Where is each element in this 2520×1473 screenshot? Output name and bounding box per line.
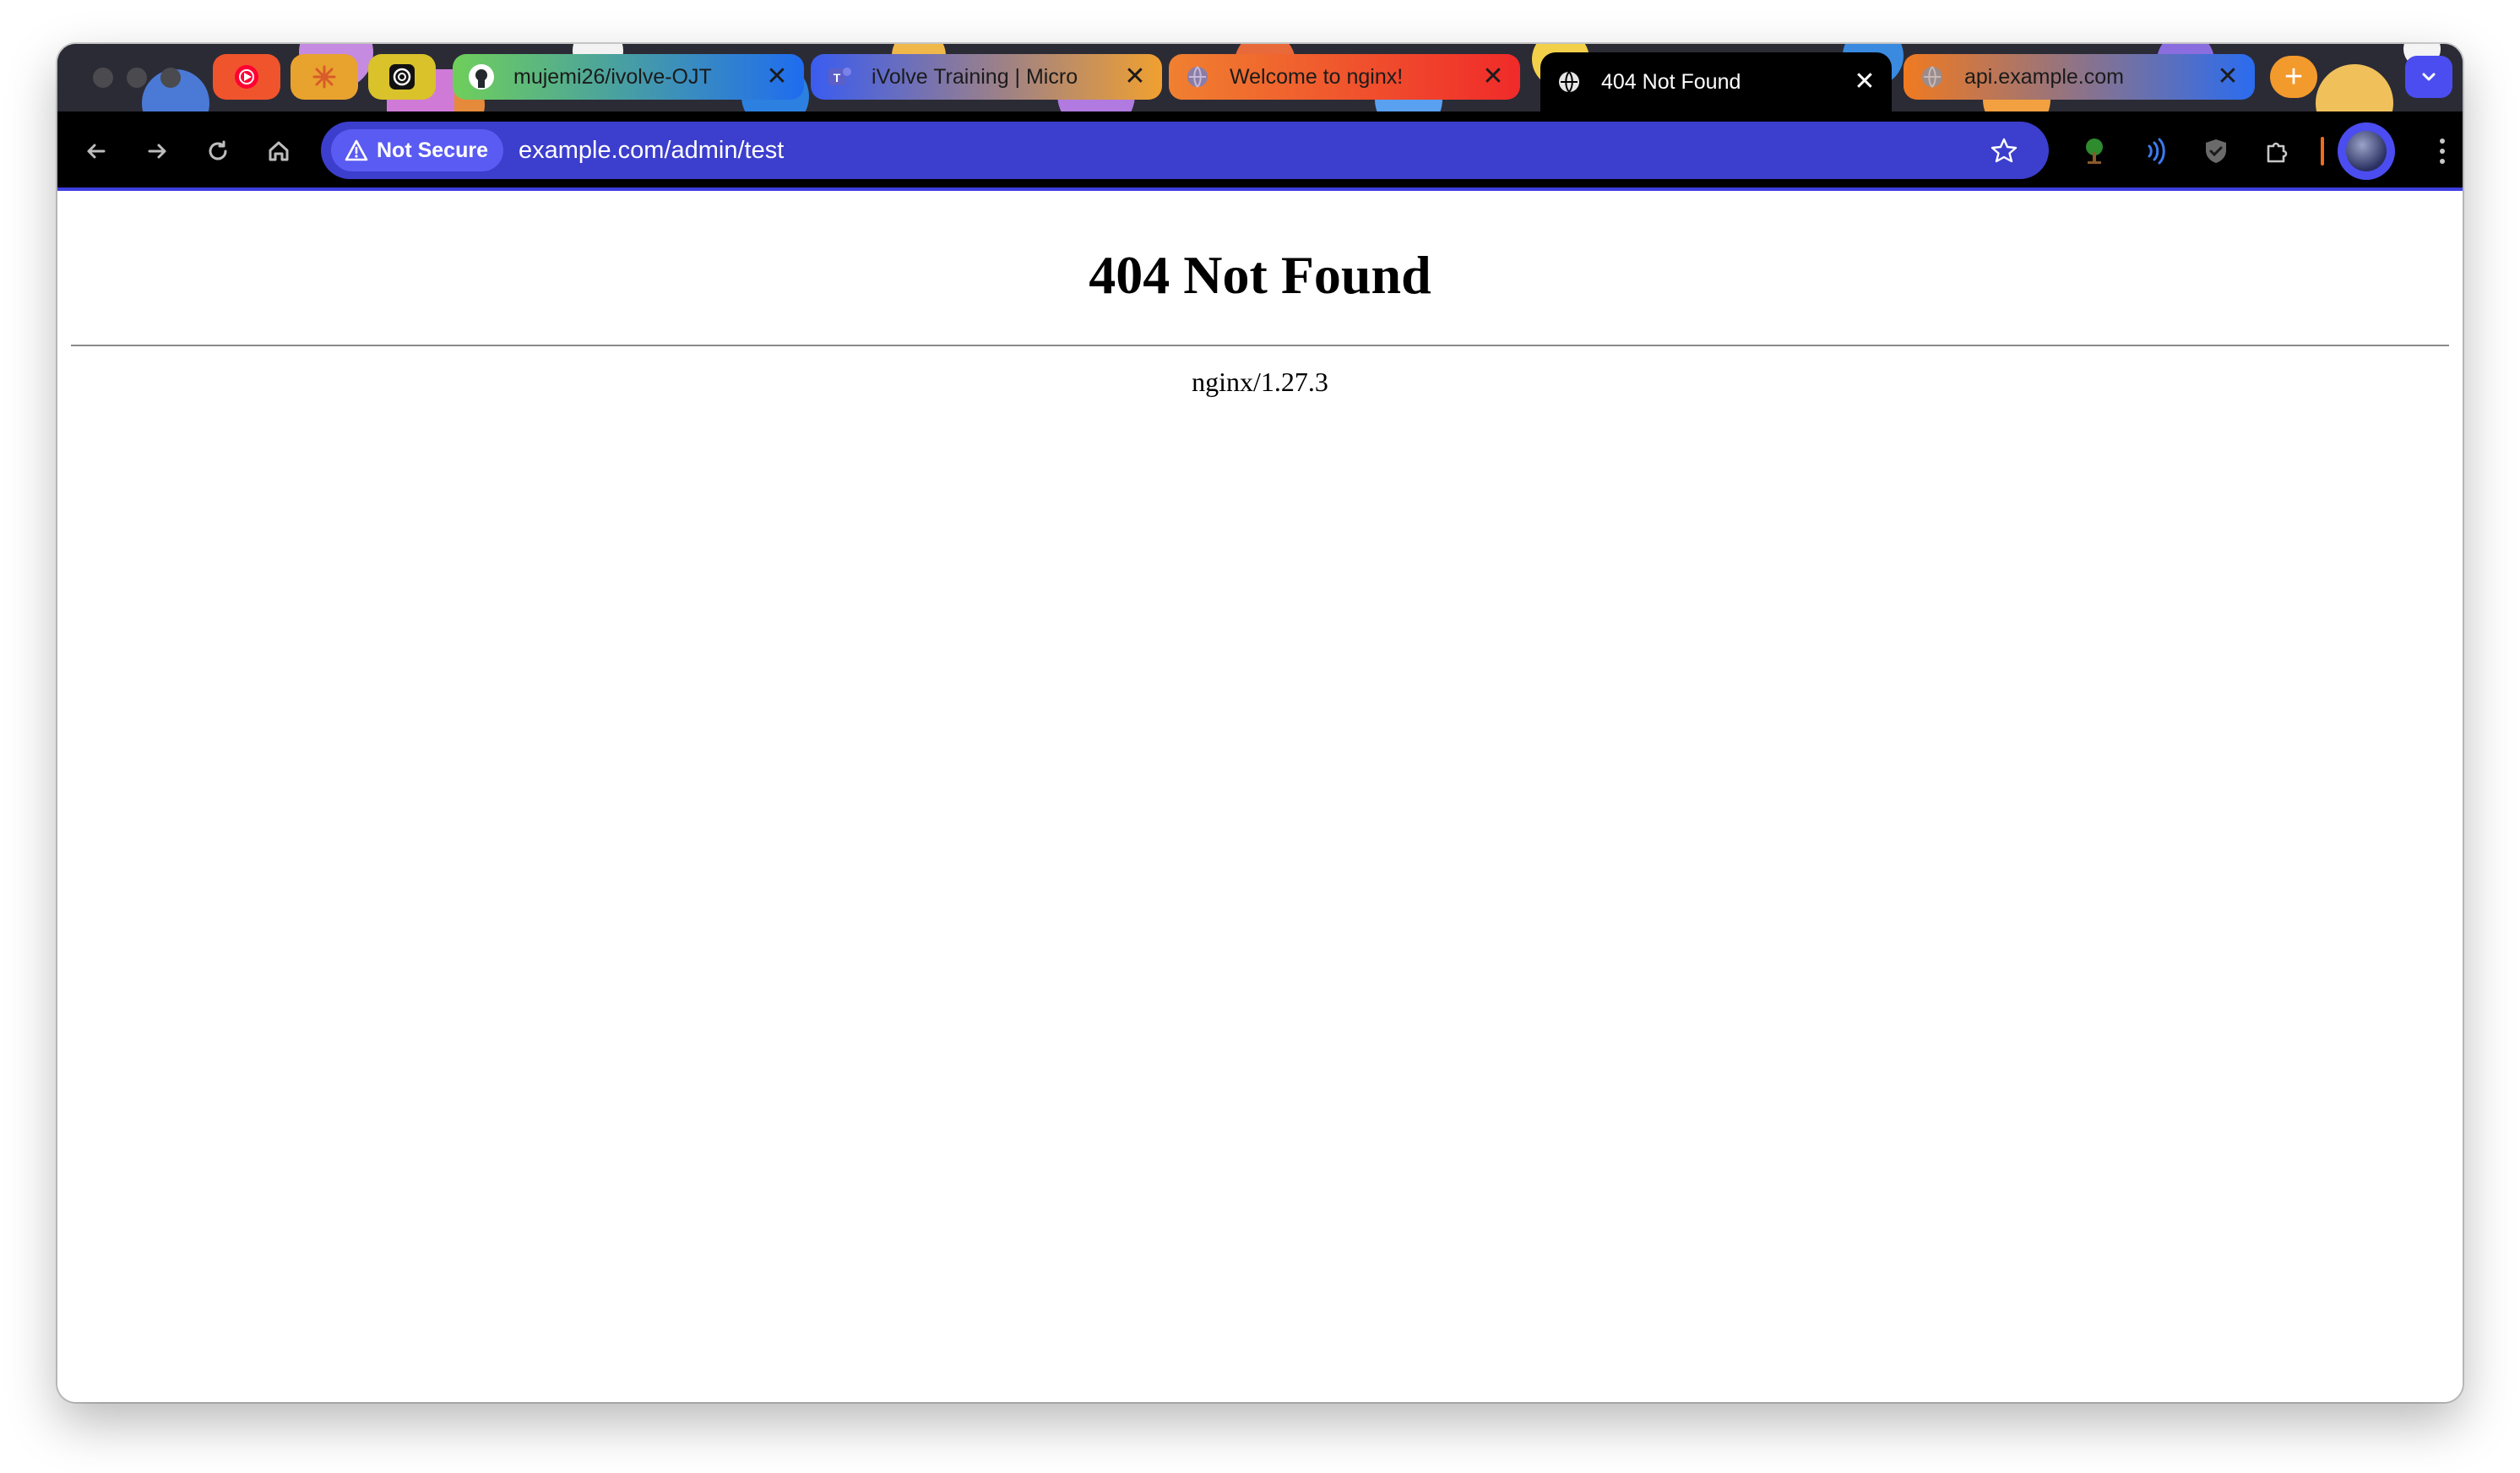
menu-dot-icon <box>2440 149 2445 154</box>
tab-title: mujemi26/ivolve-OJT <box>513 64 712 89</box>
puzzle-extensions-icon[interactable] <box>2255 129 2299 173</box>
claude-icon <box>312 65 336 89</box>
tab-github[interactable]: mujemi26/ivolve-OJT ✕ <box>453 54 804 100</box>
globe-icon <box>1919 63 1946 90</box>
tab-close-icon[interactable]: ✕ <box>1123 64 1147 90</box>
tab-404-not-found[interactable]: 404 Not Found ✕ <box>1540 52 1892 111</box>
tab-welcome-nginx[interactable]: Welcome to nginx! ✕ <box>1169 54 1520 100</box>
pinned-tab-youtube-music[interactable] <box>213 54 280 100</box>
arrow-left-icon <box>87 144 106 159</box>
pinned-tab-chatgpt[interactable] <box>368 54 436 100</box>
tab-strip: mujemi26/ivolve-OJT ✕ T iVolve Training … <box>57 44 2463 111</box>
security-chip[interactable]: Not Secure <box>331 129 503 171</box>
page-title: 404 Not Found <box>1089 245 1431 305</box>
browser-window: mujemi26/ivolve-OJT ✕ T iVolve Training … <box>57 44 2463 1402</box>
tab-title: api.example.com <box>1964 64 2124 89</box>
arrow-right-icon <box>148 144 166 159</box>
warning-triangle-icon <box>345 139 368 161</box>
github-icon <box>468 63 495 90</box>
back-button[interactable] <box>76 131 117 171</box>
tab-search-button[interactable] <box>2405 56 2452 98</box>
home-button[interactable] <box>258 131 299 171</box>
window-zoom-dot[interactable] <box>160 68 181 88</box>
address-bar[interactable]: Not Secure example.com/admin/test <box>321 122 2049 179</box>
bookmark-star-icon[interactable] <box>1983 129 2025 171</box>
read-aloud-extension-icon[interactable] <box>2133 129 2177 173</box>
menu-dot-icon <box>2440 159 2445 164</box>
menu-dot-icon <box>2440 139 2445 144</box>
forward-button[interactable] <box>137 131 177 171</box>
browser-menu-button[interactable] <box>2422 131 2463 171</box>
shield-extension-icon[interactable] <box>2194 129 2238 173</box>
tab-close-icon[interactable]: ✕ <box>1853 69 1876 95</box>
tab-title: 404 Not Found <box>1601 69 1741 94</box>
home-icon <box>269 141 289 161</box>
browser-toolbar: Not Secure example.com/admin/test <box>57 111 2463 191</box>
tab-close-icon[interactable]: ✕ <box>765 64 789 90</box>
profile-avatar[interactable] <box>2338 122 2395 180</box>
globe-icon <box>1556 68 1583 95</box>
new-tab-button[interactable]: + <box>2270 56 2317 98</box>
tab-ivolve-training[interactable]: T iVolve Training | Micro ✕ <box>811 54 1162 100</box>
toolbar-divider <box>2321 137 2324 166</box>
page-content: 404 Not Found nginx/1.27.3 <box>57 191 2463 1402</box>
reload-icon <box>209 140 227 160</box>
globe-icon <box>1184 63 1211 90</box>
avatar-image <box>2346 131 2387 171</box>
server-signature: nginx/1.27.3 <box>1192 367 1328 397</box>
window-minimize-dot[interactable] <box>127 68 147 88</box>
tab-close-icon[interactable]: ✕ <box>2216 64 2240 90</box>
divider <box>71 345 2449 346</box>
teams-icon: T <box>826 63 853 90</box>
youtube-music-icon <box>235 65 258 89</box>
tab-title: iVolve Training | Micro <box>872 64 1078 89</box>
pinned-tab-claude[interactable] <box>291 54 358 100</box>
tree-extension-icon[interactable] <box>2072 129 2116 173</box>
url-text[interactable]: example.com/admin/test <box>519 137 1983 165</box>
security-label: Not Secure <box>377 138 488 162</box>
svg-text:T: T <box>834 71 841 84</box>
tab-title: Welcome to nginx! <box>1230 64 1404 89</box>
reload-button[interactable] <box>198 131 238 171</box>
openai-icon <box>389 64 415 90</box>
chevron-down-icon <box>2422 73 2436 81</box>
window-close-dot[interactable] <box>93 68 113 88</box>
tab-api-example[interactable]: api.example.com ✕ <box>1904 54 2255 100</box>
tab-close-icon[interactable]: ✕ <box>1481 64 1505 90</box>
